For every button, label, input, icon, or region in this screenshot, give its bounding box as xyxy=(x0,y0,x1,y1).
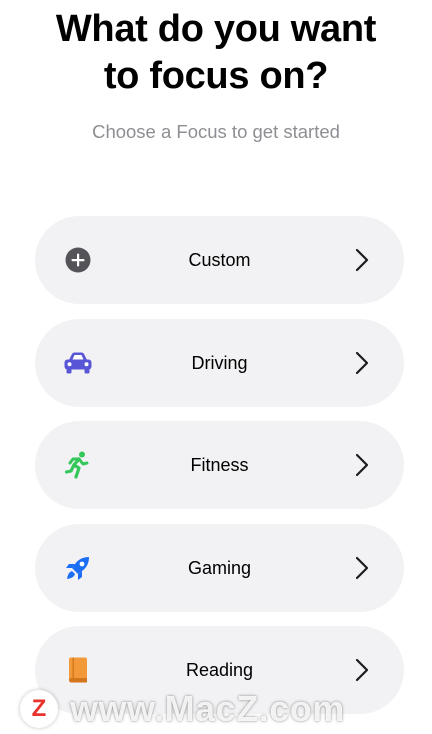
focus-option-gaming[interactable]: Gaming xyxy=(35,523,404,612)
page-title-line-2: to focus on? xyxy=(103,55,329,97)
watermark: Z www.MacZ.com xyxy=(20,688,420,730)
watermark-logo: Z xyxy=(20,690,58,728)
chevron-right-icon xyxy=(354,556,370,580)
focus-option-driving[interactable]: Driving xyxy=(35,318,404,407)
focus-option-label: Driving xyxy=(191,352,248,373)
page-title: What do you want to focus on? xyxy=(0,6,432,100)
watermark-text: www.MacZ.com xyxy=(70,688,345,729)
chevron-right-icon xyxy=(354,658,370,682)
focus-option-label: Gaming xyxy=(187,557,252,578)
focus-option-label: Fitness xyxy=(190,455,249,475)
page-title-line-1: What do you want xyxy=(55,8,377,50)
chevron-right-icon xyxy=(354,351,370,375)
chevron-right-icon xyxy=(354,248,370,272)
chevron-right-icon xyxy=(354,453,370,477)
focus-options-list: Custom Driving Fitness Gaming Reading xyxy=(35,216,404,729)
focus-option-label: Reading xyxy=(185,660,254,680)
focus-option-label: Custom xyxy=(188,250,251,270)
page-subtitle: Choose a Focus to get started xyxy=(92,121,340,142)
focus-option-custom[interactable]: Custom xyxy=(35,216,404,304)
focus-option-fitness[interactable]: Fitness xyxy=(35,421,404,509)
